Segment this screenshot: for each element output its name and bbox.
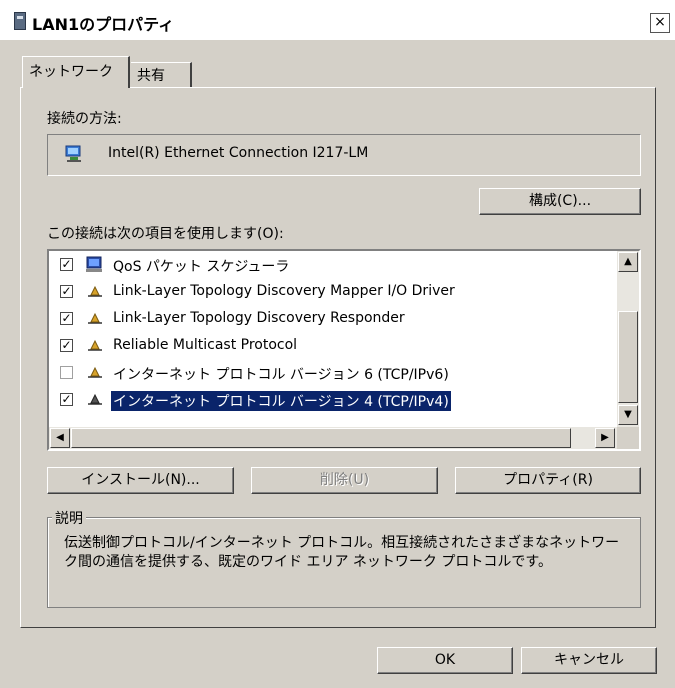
cancel-button[interactable]: キャンセル [521,647,657,674]
item-label: インターネット プロトコル バージョン 4 (TCP/IPv4) [110,390,452,412]
uninstall-button[interactable]: 削除(U) [251,467,438,494]
item-label: QoS パケット スケジューラ [113,259,290,275]
adapter-field: Intel(R) Ethernet Connection I217-LM [47,134,641,176]
properties-button[interactable]: プロパティ(R) [455,467,641,494]
install-button[interactable]: インストール(N)... [47,467,234,494]
item-label: Link-Layer Topology Discovery Responder [113,310,405,326]
horizontal-scrollbar[interactable]: ◀ ▶ [49,427,617,449]
scroll-left-icon[interactable]: ◀ [50,428,70,448]
title-bar: LAN1のプロパティ × [0,0,675,40]
network-adapter-card-icon [65,145,81,162]
item-checkbox[interactable]: ✓ [60,339,73,352]
description-text: 伝送制御プロトコル/インターネット プロトコル。相互接続されたさまざまなネットワ… [64,535,620,570]
configure-button[interactable]: 構成(C)... [479,188,641,215]
item-checkbox[interactable]: ✓ [60,285,73,298]
window-title: LAN1のプロパティ [32,15,175,34]
protocol-icon [88,312,102,324]
protocol-icon [88,285,102,297]
tab-sharing[interactable]: 共有 [131,62,192,88]
items-section-label: この接続は次の項目を使用します(O): [47,226,284,242]
item-label: インターネット プロトコル バージョン 6 (TCP/IPv6) [113,367,449,383]
protocol-icon [88,366,102,378]
vertical-scrollbar[interactable]: ▲ ▼ [617,251,639,427]
connect-using-label: 接続の方法: [47,111,122,127]
scroll-up-icon[interactable]: ▲ [618,252,638,272]
close-button[interactable]: × [650,13,670,33]
vertical-scroll-thumb[interactable] [618,311,638,403]
adapter-name: Intel(R) Ethernet Connection I217-LM [108,145,369,161]
horizontal-scroll-thumb[interactable] [71,428,571,448]
protocol-icon [88,393,102,405]
item-label: Reliable Multicast Protocol [113,337,298,353]
scroll-down-icon[interactable]: ▼ [618,405,638,425]
scrollbar-corner [617,427,639,449]
item-label: Link-Layer Topology Discovery Mapper I/O… [113,283,455,299]
description-title: 説明 [52,508,86,528]
item-checkbox[interactable] [60,366,73,379]
item-checkbox[interactable]: ✓ [60,258,73,271]
network-adapter-icon [14,12,26,30]
network-monitor-icon [86,256,102,272]
tab-network[interactable]: ネットワーク [22,56,130,88]
component-list[interactable]: ✓ QoS パケット スケジューラ ✓ Link-Layer Topology … [47,249,641,451]
ok-button[interactable]: OK [377,647,513,674]
scroll-right-icon[interactable]: ▶ [595,428,615,448]
item-checkbox[interactable]: ✓ [60,393,73,406]
protocol-icon [88,339,102,351]
item-checkbox[interactable]: ✓ [60,312,73,325]
